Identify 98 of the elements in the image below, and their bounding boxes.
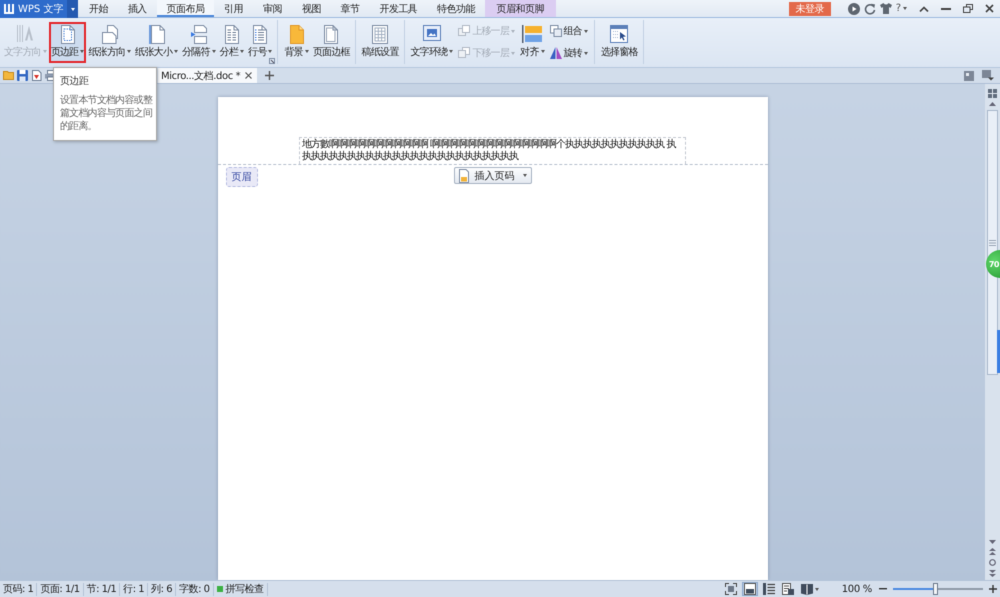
- refresh-icon[interactable]: [864, 2, 876, 14]
- selection-pane-icon: [610, 24, 628, 42]
- ribbon-button[interactable]: 文字环绕: [408, 22, 456, 62]
- arrow-down-icon[interactable]: [989, 540, 996, 544]
- reading-view-icon: [800, 583, 813, 595]
- filled-page-icon: [290, 24, 304, 44]
- ribbon-button[interactable]: 分隔符: [180, 22, 218, 62]
- restore-icon[interactable]: [963, 4, 973, 13]
- caret-icon: [903, 7, 907, 10]
- page-ruler-icon: [148, 24, 165, 44]
- ribbon-button[interactable]: 分栏: [218, 22, 246, 62]
- spell-check-button[interactable]: 拼写检查: [214, 582, 268, 596]
- browse-object-icon[interactable]: [989, 559, 996, 566]
- group-icon: [550, 25, 562, 37]
- play-icon[interactable]: [848, 2, 860, 14]
- grip-icon: [989, 240, 996, 246]
- status-text: 字数: 0: [176, 582, 214, 596]
- ribbon-button[interactable]: 背景: [282, 22, 311, 62]
- close-icon[interactable]: [245, 72, 252, 79]
- page-margins-icon: [60, 24, 75, 44]
- header-text[interactable]: 地方數啊啊啊啊啊啊啊啊啊啊啊 啊啊啊啊啊啊啊啊啊啊啊啊啊啊个执执执执执执执执执执执 执执执执执执执执执执执执执执执执执执执执执执执执执: [299, 137, 686, 164]
- vertical-scrollbar[interactable]: [985, 84, 1000, 580]
- minimize-icon[interactable]: [941, 8, 951, 10]
- document-tab[interactable]: Micro...文档.doc *: [158, 68, 258, 83]
- status-text: 页码: 1: [0, 582, 38, 596]
- layer-down-icon: [458, 47, 470, 59]
- slider-thumb[interactable]: [932, 583, 938, 595]
- shirt-icon[interactable]: [880, 3, 892, 14]
- tooltip-text: 设置本节文档内容或整篇文档内容与页面之间的距离。: [60, 94, 152, 133]
- page-number-icon: [458, 168, 468, 182]
- image-wrap-icon: [422, 24, 441, 40]
- zoom-level: 100 %: [842, 584, 872, 594]
- menu-tab[interactable]: 页眉和页脚: [484, 0, 556, 17]
- menu-tab[interactable]: 开发工具: [369, 0, 428, 17]
- text-direction-icon: [17, 24, 34, 42]
- menu-tab[interactable]: 视图: [292, 0, 331, 17]
- ribbon-button[interactable]: 组合: [546, 22, 591, 40]
- next-page-icon[interactable]: [989, 570, 996, 577]
- view-button[interactable]: [722, 582, 739, 596]
- columns-icon: [224, 24, 239, 44]
- page-view-icon: [744, 583, 756, 595]
- page-border-icon: [324, 24, 338, 44]
- menu-tab[interactable]: 引用: [214, 0, 254, 17]
- save-icon[interactable]: [17, 70, 28, 81]
- new-tab-icon[interactable]: [265, 71, 274, 80]
- zoom-in-icon[interactable]: [989, 585, 997, 593]
- ribbon-button[interactable]: 稿纸设置: [360, 22, 400, 62]
- window-icon[interactable]: [964, 70, 974, 80]
- view-button[interactable]: [742, 582, 758, 596]
- grid-icon[interactable]: [988, 89, 997, 98]
- view-button[interactable]: [760, 582, 777, 596]
- app-menu-button[interactable]: WPS 文字: [0, 0, 78, 18]
- status-text: 行: 1: [120, 582, 148, 596]
- align-icon: [522, 24, 542, 42]
- ribbon-button[interactable]: 旋转: [546, 44, 591, 62]
- caret-icon: [522, 174, 526, 177]
- scrollbar-thumb[interactable]: [987, 110, 998, 375]
- dialog-launcher-icon[interactable]: [269, 58, 276, 64]
- web-view-icon: [782, 583, 794, 595]
- layout-icon[interactable]: [982, 70, 994, 81]
- outline-view-icon: [762, 583, 775, 595]
- header-label: 页眉: [226, 167, 258, 187]
- ribbon-button[interactable]: 页边距: [48, 22, 86, 62]
- ribbon-button[interactable]: 行号: [246, 22, 274, 62]
- arrow-up-icon[interactable]: [989, 102, 996, 106]
- menu-tab[interactable]: 页面布局: [156, 0, 214, 17]
- ribbon-button[interactable]: 选择窗格: [598, 22, 640, 62]
- view-button[interactable]: [798, 582, 821, 596]
- menu-tab[interactable]: 章节: [330, 0, 370, 17]
- status-text: 页面: 1/1: [37, 582, 84, 596]
- pdf-icon[interactable]: [31, 70, 42, 81]
- chevron-up-icon[interactable]: [919, 6, 929, 12]
- side-panel-handle[interactable]: [997, 330, 1000, 373]
- insert-page-number-button[interactable]: 插入页码: [454, 167, 532, 184]
- pages-icon: [102, 24, 118, 44]
- ribbon-button[interactable]: 纸张大小: [133, 22, 180, 62]
- caret-icon: [70, 8, 75, 10]
- ribbon-button[interactable]: 对齐: [518, 22, 547, 62]
- grid-paper-icon: [372, 24, 388, 44]
- tooltip-title: 页边距: [60, 74, 90, 88]
- view-button[interactable]: [780, 582, 796, 596]
- menu-tab[interactable]: 特色功能: [427, 0, 485, 17]
- logo-icon: [4, 4, 14, 14]
- menu-tab[interactable]: 插入: [118, 0, 157, 17]
- menu-tab[interactable]: 开始: [79, 0, 118, 17]
- menu-tab[interactable]: 审阅: [253, 0, 292, 17]
- close-icon[interactable]: [985, 4, 994, 13]
- status-text: 列: 6: [148, 582, 176, 596]
- rotate-icon: [550, 47, 562, 59]
- ribbon-button[interactable]: 纸张方向: [86, 22, 134, 62]
- page-break-icon: [190, 24, 207, 44]
- layer-up-icon: [458, 25, 470, 37]
- status-text: 节: 1/1: [84, 582, 120, 596]
- line-numbers-icon: [253, 24, 268, 44]
- ribbon-button[interactable]: 页面边框: [310, 22, 352, 62]
- previous-page-icon[interactable]: [989, 548, 996, 555]
- help-button[interactable]: ?: [896, 3, 907, 14]
- fullscreen-icon: [724, 583, 737, 595]
